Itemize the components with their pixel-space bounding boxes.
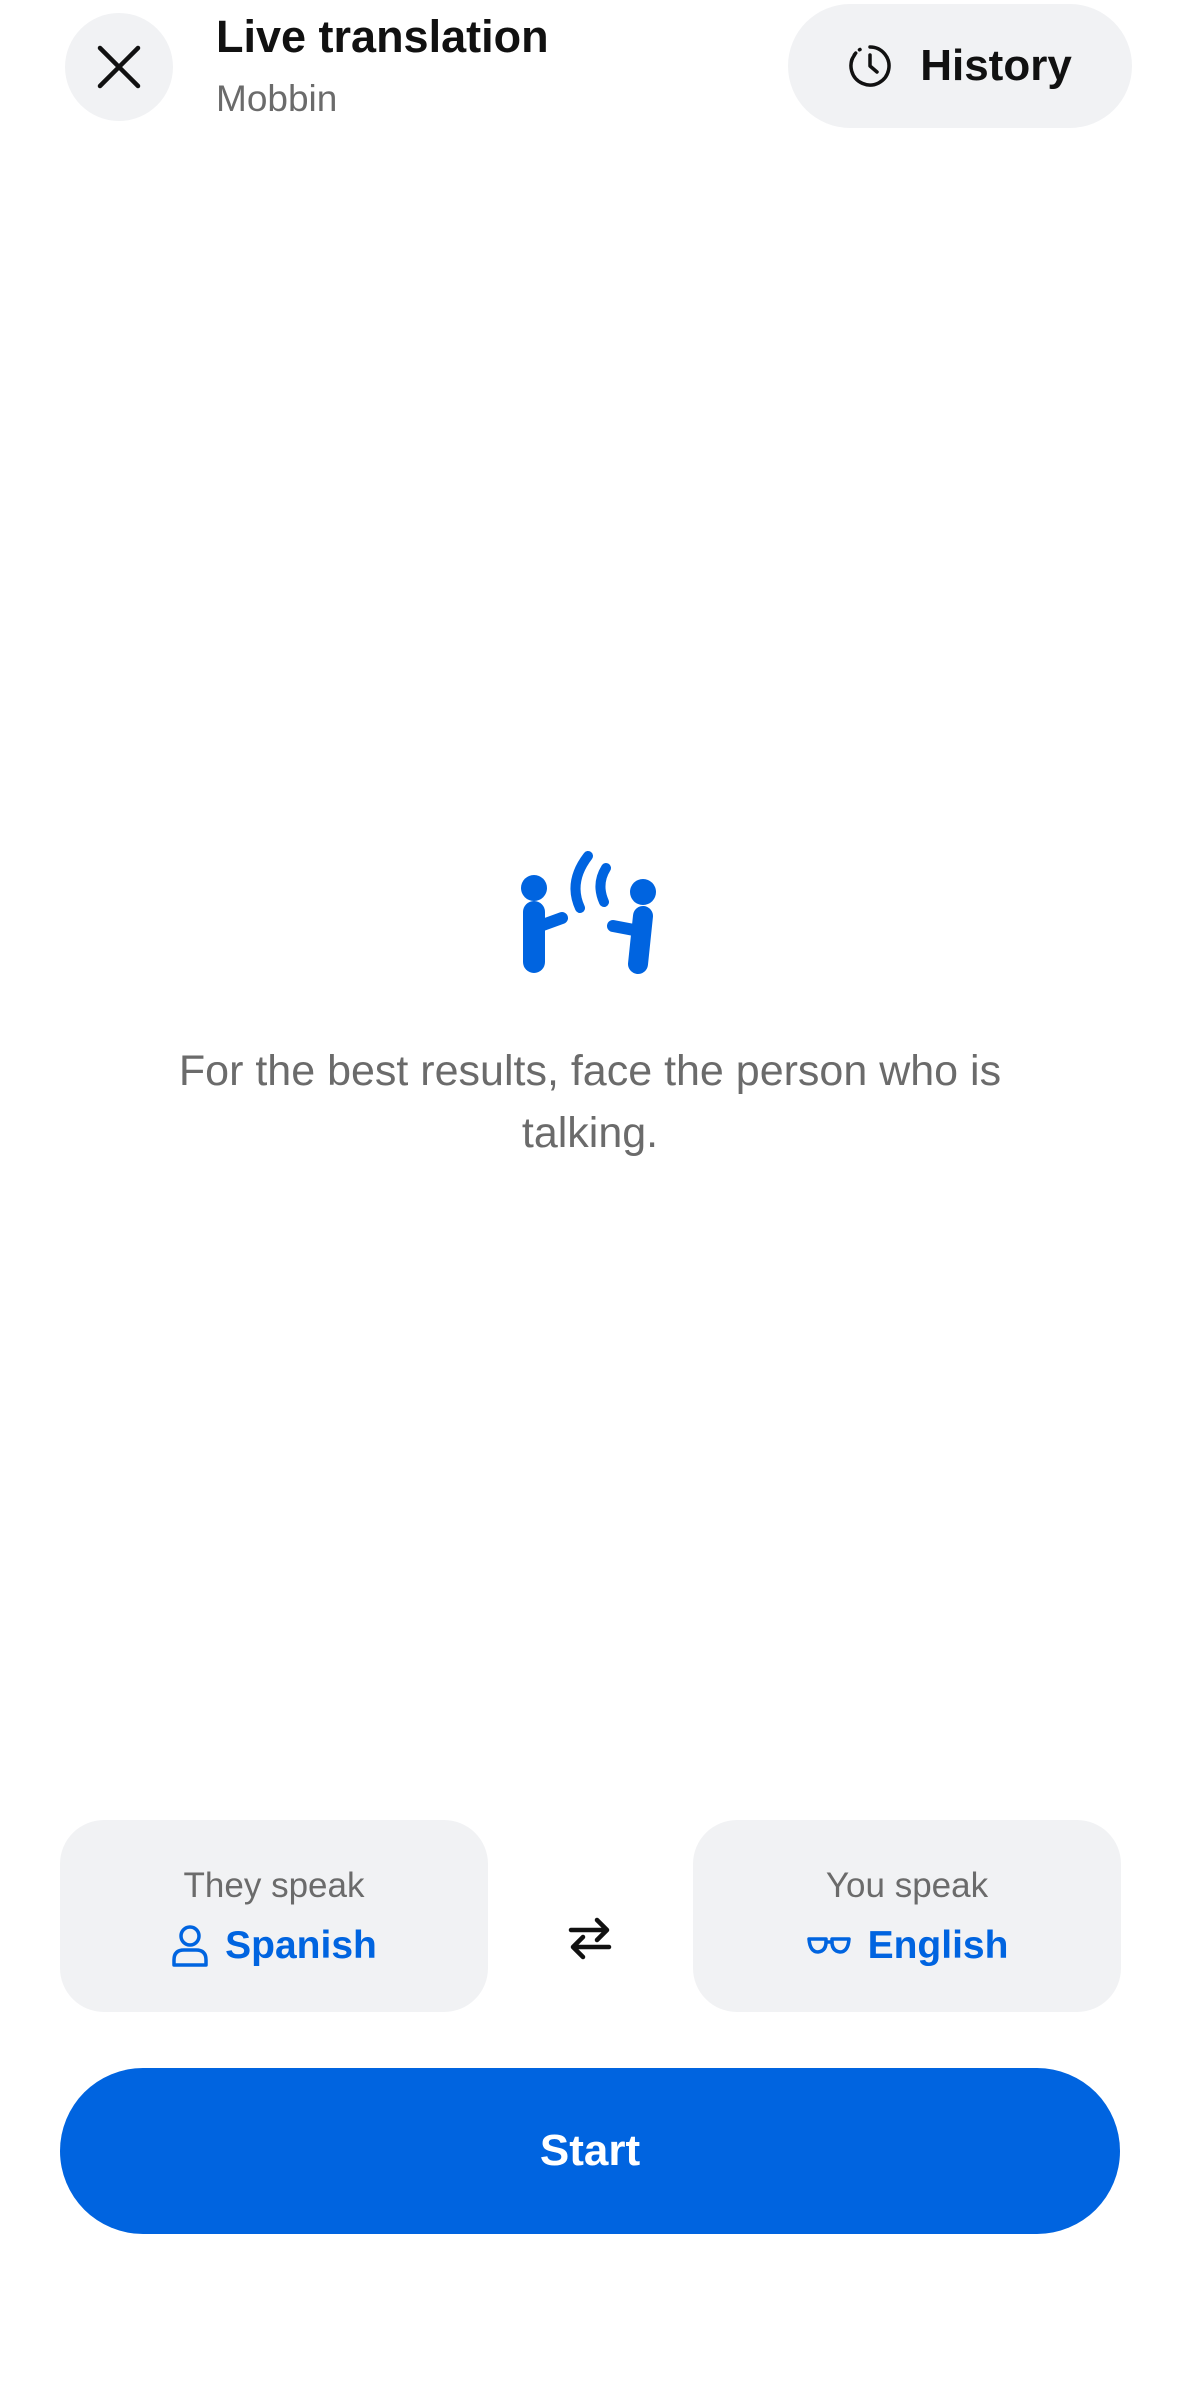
- start-label: Start: [539, 2126, 641, 2175]
- you-speak-language: English: [867, 1924, 1009, 1967]
- close-button[interactable]: [65, 13, 173, 121]
- you-speak-selector[interactable]: You speak English: [693, 1820, 1121, 2012]
- they-speak-value: Spanish: [171, 1924, 377, 1968]
- conversation-icon: [521, 851, 656, 974]
- close-icon: [97, 45, 141, 89]
- swap-languages-button[interactable]: [552, 1900, 628, 1976]
- history-button[interactable]: History: [788, 4, 1132, 128]
- they-speak-language: Spanish: [225, 1924, 377, 1967]
- they-speak-selector[interactable]: They speak Spanish: [60, 1820, 488, 2012]
- history-label: History: [920, 41, 1072, 90]
- you-speak-value: English: [806, 1924, 1009, 1968]
- page-subtitle: Mobbin: [216, 78, 338, 119]
- history-icon: [849, 45, 891, 87]
- glasses-icon: [806, 1937, 851, 1954]
- hint-text: For the best results, face the person wh…: [178, 1047, 1002, 1157]
- start-button[interactable]: Start: [60, 2068, 1120, 2234]
- swap-arrows-icon: [568, 1917, 612, 1960]
- person-icon: [172, 1925, 208, 1967]
- header-titles: Live translation Mobbin: [216, 10, 549, 122]
- page-title: Live translation: [216, 11, 549, 62]
- you-speak-caption: You speak: [825, 1866, 989, 1905]
- live-translation-screen: Live translation Mobbin History For the …: [0, 0, 1179, 2396]
- they-speak-caption: They speak: [183, 1866, 365, 1905]
